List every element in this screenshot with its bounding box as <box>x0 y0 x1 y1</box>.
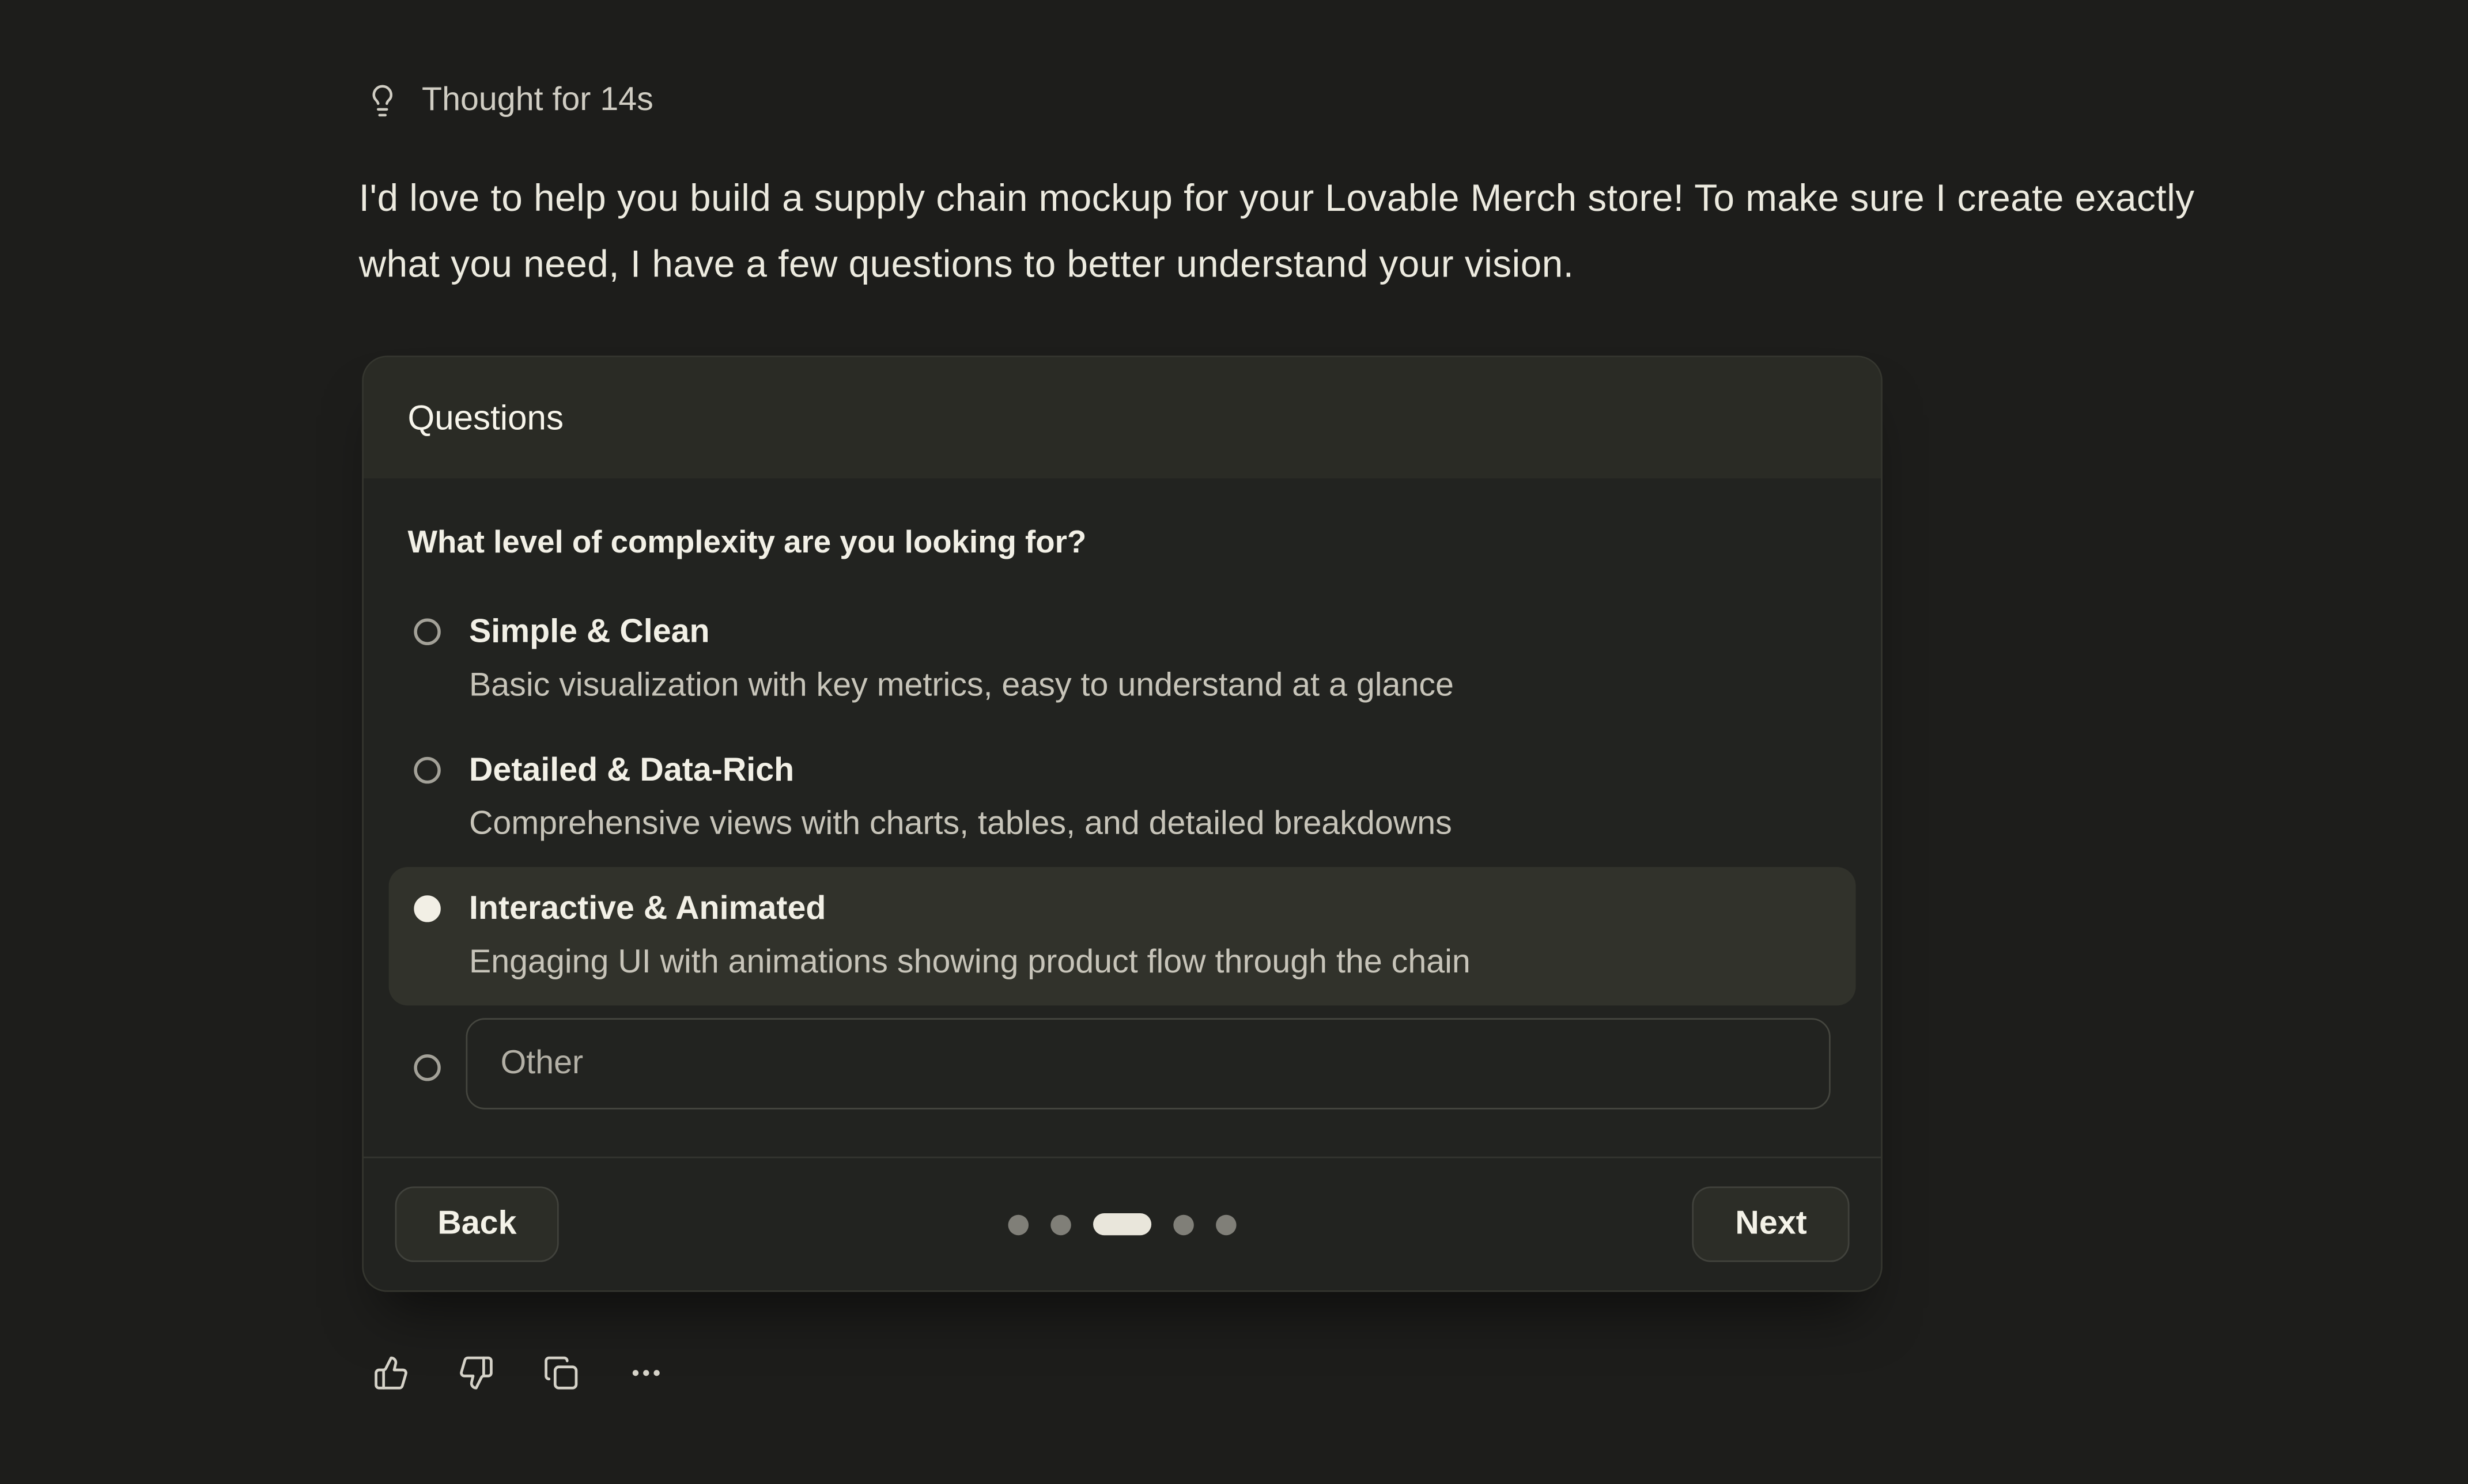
questions-card-header: Questions <box>364 357 1881 478</box>
radio-selected-icon[interactable] <box>414 895 440 922</box>
option-content: Interactive & Animated Engaging UI with … <box>469 888 1471 985</box>
option-description: Engaging UI with animations showing prod… <box>469 941 1471 985</box>
lightbulb-icon <box>365 84 400 118</box>
option-description: Comprehensive views with charts, tables,… <box>469 802 1452 846</box>
thought-label: Thought for 14s <box>422 82 653 120</box>
message-actions <box>373 1355 2468 1391</box>
pagination-dot <box>1008 1214 1029 1235</box>
thumbs-up-icon <box>373 1355 409 1391</box>
questions-card-body: What level of complexity are you looking… <box>364 478 1881 1156</box>
thumbs-down-button[interactable] <box>458 1355 494 1391</box>
option-description: Basic visualization with key metrics, ea… <box>469 664 1454 708</box>
more-options-icon <box>628 1355 664 1391</box>
thumbs-down-icon <box>458 1355 494 1391</box>
pagination-dot <box>1173 1214 1194 1235</box>
back-button[interactable]: Back <box>395 1187 560 1262</box>
option-detailed-data-rich[interactable]: Detailed & Data-Rich Comprehensive views… <box>389 729 1856 867</box>
questions-card: Questions What level of complexity are y… <box>362 355 1883 1292</box>
chat-message-view: Thought for 14s I'd love to help you bui… <box>0 0 2468 1484</box>
questions-card-footer: Back Next <box>364 1157 1881 1290</box>
more-options-button[interactable] <box>628 1355 664 1391</box>
card-title: Questions <box>407 398 564 438</box>
option-label: Detailed & Data-Rich <box>469 749 1452 793</box>
next-button[interactable]: Next <box>1693 1187 1850 1262</box>
radio-unselected-icon[interactable] <box>414 1054 440 1081</box>
pagination-dot-active <box>1093 1213 1151 1235</box>
assistant-message-text: I'd love to help you build a supply chai… <box>359 167 2201 299</box>
options-list: Simple & Clean Basic visualization with … <box>389 590 1856 1112</box>
option-simple-clean[interactable]: Simple & Clean Basic visualization with … <box>389 590 1856 728</box>
other-option-input[interactable] <box>466 1018 1831 1109</box>
copy-icon <box>543 1355 579 1391</box>
pagination-dots <box>1008 1213 1237 1235</box>
option-content: Simple & Clean Basic visualization with … <box>469 611 1454 708</box>
option-label: Interactive & Animated <box>469 888 1471 932</box>
radio-unselected-icon[interactable] <box>414 757 440 783</box>
radio-unselected-icon[interactable] <box>414 618 440 645</box>
thumbs-up-button[interactable] <box>373 1355 409 1391</box>
thought-summary-toggle[interactable]: Thought for 14s <box>365 0 653 120</box>
option-interactive-animated[interactable]: Interactive & Animated Engaging UI with … <box>389 867 1856 1005</box>
pagination-dot <box>1216 1214 1237 1235</box>
option-label: Simple & Clean <box>469 611 1454 654</box>
question-text: What level of complexity are you looking… <box>407 525 1836 562</box>
option-content: Detailed & Data-Rich Comprehensive views… <box>469 749 1452 846</box>
copy-button[interactable] <box>543 1355 579 1391</box>
pagination-dot <box>1050 1214 1071 1235</box>
option-other[interactable] <box>389 1005 1856 1112</box>
